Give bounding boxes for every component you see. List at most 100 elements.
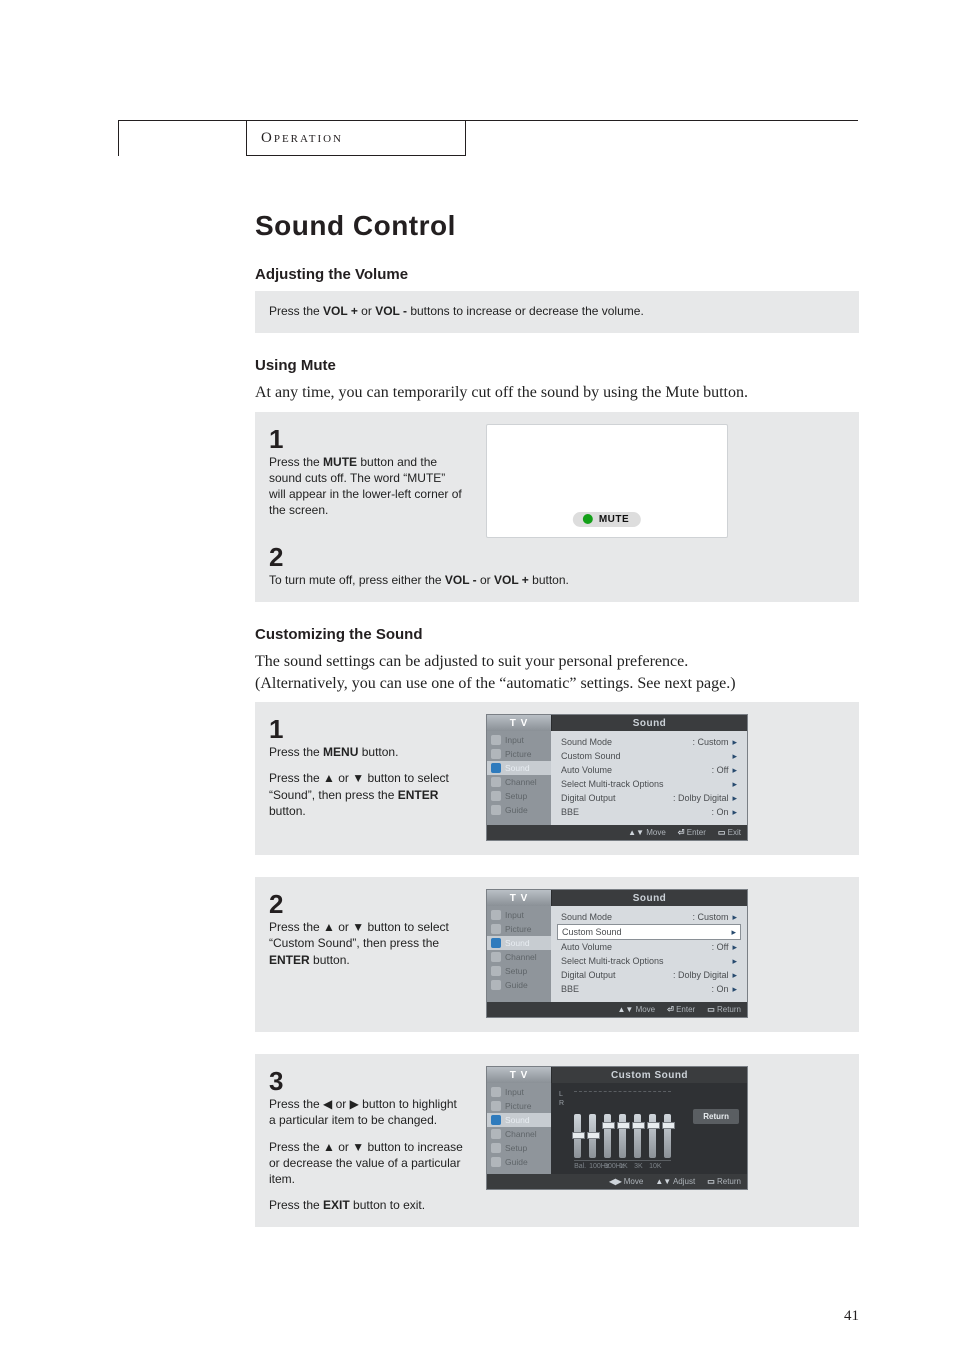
- osd-row: Auto Volume: Off▸: [557, 763, 741, 777]
- help-enter: ⏎ Enter: [667, 1005, 695, 1014]
- osd-return-button: Return: [693, 1109, 739, 1124]
- osd-row: Auto Volume: Off▸: [557, 940, 741, 954]
- step-number: 2: [269, 891, 464, 917]
- box-using-mute: 1 Press the MUTE button and the sound cu…: [255, 412, 859, 602]
- adjust-volume-text: Press the VOL + or VOL - buttons to incr…: [269, 303, 845, 319]
- chevron-right-icon: ▸: [732, 779, 737, 789]
- help-move: ▲▼ Move: [628, 828, 666, 837]
- osd-nav-sound: Sound: [487, 761, 551, 775]
- osd-row: Sound Mode: Custom▸: [557, 735, 741, 749]
- mute-badge-label: MUTE: [599, 514, 629, 525]
- sound-icon: [491, 938, 501, 948]
- setup-icon: [491, 966, 501, 976]
- custom-step3-line1: Press the ◀ or ▶ button to highlight a p…: [269, 1096, 464, 1128]
- page-title: Sound Control: [255, 210, 859, 242]
- input-icon: [491, 910, 501, 920]
- osd-nav-guide: Guide: [487, 978, 551, 992]
- osd-eq-pane: Return L R: [551, 1083, 747, 1174]
- chevron-right-icon: ▸: [732, 765, 737, 775]
- osd-tv-caption: T V: [487, 1067, 551, 1083]
- box-adjusting-volume: Press the VOL + or VOL - buttons to incr…: [255, 291, 859, 333]
- osd-nav-sound: Sound: [487, 936, 551, 950]
- osd-tv-caption: T V: [487, 890, 551, 906]
- osd-pane: Sound Mode: Custom▸ Custom Sound▸ Auto V…: [551, 906, 747, 1002]
- osd-helpbar: ◀▶ Move ▲▼ Adjust ▭ Return: [487, 1174, 747, 1189]
- chevron-right-icon: ▸: [732, 793, 737, 803]
- page-top-rule-stub: [118, 120, 119, 156]
- setup-icon: [491, 1143, 501, 1153]
- help-move: ▲▼ Move: [617, 1005, 655, 1014]
- osd-helpbar: ▲▼ Move ⏎ Enter ▭ Return: [487, 1002, 747, 1017]
- osd-pane: Sound Mode: Custom▸ Custom Sound▸ Auto V…: [551, 731, 747, 825]
- step-number: 2: [269, 544, 845, 570]
- eq-scale-l: L: [559, 1091, 564, 1098]
- sound-icon: [491, 1115, 501, 1125]
- custom-step2-text: Press the ▲ or ▼ button to select “Custo…: [269, 919, 464, 968]
- osd-sound-menu-1: T V Sound Input Picture Sound Channel Se…: [486, 714, 748, 841]
- osd-sound-menu-2: T V Sound Input Picture Sound Channel Se…: [486, 889, 748, 1018]
- osd-custom-sound: T V Custom Sound Input Picture Sound Cha…: [486, 1066, 748, 1190]
- eq-knob: [572, 1132, 585, 1139]
- sound-icon: [491, 763, 501, 773]
- channel-icon: [491, 1129, 501, 1139]
- mute-step1-text: Press the MUTE button and the sound cuts…: [269, 454, 464, 519]
- osd-nav-input: Input: [487, 1085, 551, 1099]
- osd-nav-sound: Sound: [487, 1113, 551, 1127]
- osd-nav-picture: Picture: [487, 922, 551, 936]
- mute-screenshot: MUTE: [486, 424, 728, 538]
- eq-scale-r: R: [559, 1100, 564, 1107]
- picture-icon: [491, 924, 501, 934]
- step-number: 3: [269, 1068, 464, 1094]
- box-custom-step2: 2 Press the ▲ or ▼ button to select “Cus…: [255, 877, 859, 1032]
- help-move: ◀▶ Move: [609, 1177, 643, 1186]
- help-exit: ▭ Exit: [718, 828, 741, 837]
- guide-icon: [491, 805, 501, 815]
- chevron-right-icon: ▸: [732, 970, 737, 980]
- heading-adjusting-volume: Adjusting the Volume: [255, 266, 859, 283]
- osd-helpbar: ▲▼ Move ⏎ Enter ▭ Exit: [487, 825, 747, 840]
- eq-knob: [587, 1132, 600, 1139]
- custom-step1-line1: Press the MENU button.: [269, 744, 464, 760]
- mute-badge: MUTE: [573, 512, 641, 527]
- chevron-right-icon: ▸: [732, 737, 737, 747]
- eq-knob: [617, 1122, 630, 1129]
- custom-step1-line2: Press the ▲ or ▼ button to select “Sound…: [269, 770, 464, 819]
- help-return: ▭ Return: [707, 1177, 741, 1186]
- eq-knob: [602, 1122, 615, 1129]
- setup-icon: [491, 791, 501, 801]
- eq-bar: [589, 1114, 596, 1158]
- eq-sliders: [574, 1091, 671, 1161]
- picture-icon: [491, 749, 501, 759]
- box-custom-step1: 1 Press the MENU button. Press the ▲ or …: [255, 702, 859, 855]
- eq-knob: [662, 1122, 675, 1129]
- osd-window-title: Custom Sound: [551, 1067, 747, 1083]
- guide-icon: [491, 980, 501, 990]
- custom-intro-2: (Alternatively, you can use one of the “…: [255, 673, 859, 695]
- osd-nav-picture: Picture: [487, 1099, 551, 1113]
- chevron-right-icon: ▸: [732, 984, 737, 994]
- osd-row: BBE: On▸: [557, 982, 741, 996]
- section-tab: Operation: [246, 120, 466, 156]
- osd-nav: Input Picture Sound Channel Setup Guide: [487, 906, 551, 1002]
- eq-labels: Bal. 100Hz 300Hz 1K 3K 10K: [574, 1163, 671, 1170]
- osd-nav-guide: Guide: [487, 803, 551, 817]
- chevron-right-icon: ▸: [732, 807, 737, 817]
- page-top-rule: [118, 120, 858, 121]
- osd-row: Digital Output: Dolby Digital▸: [557, 791, 741, 805]
- help-enter: ⏎ Enter: [678, 828, 706, 837]
- step-number: 1: [269, 426, 464, 452]
- osd-nav-input: Input: [487, 908, 551, 922]
- eq-bar: [604, 1114, 611, 1158]
- osd-nav-setup: Setup: [487, 964, 551, 978]
- input-icon: [491, 735, 501, 745]
- channel-icon: [491, 777, 501, 787]
- eq-bar: [574, 1114, 581, 1158]
- osd-row: Custom Sound▸: [557, 749, 741, 763]
- chevron-right-icon: ▸: [732, 751, 737, 761]
- input-icon: [491, 1087, 501, 1097]
- channel-icon: [491, 952, 501, 962]
- osd-nav-picture: Picture: [487, 747, 551, 761]
- osd-nav-guide: Guide: [487, 1155, 551, 1169]
- osd-row: Digital Output: Dolby Digital▸: [557, 968, 741, 982]
- osd-tv-caption: T V: [487, 715, 551, 731]
